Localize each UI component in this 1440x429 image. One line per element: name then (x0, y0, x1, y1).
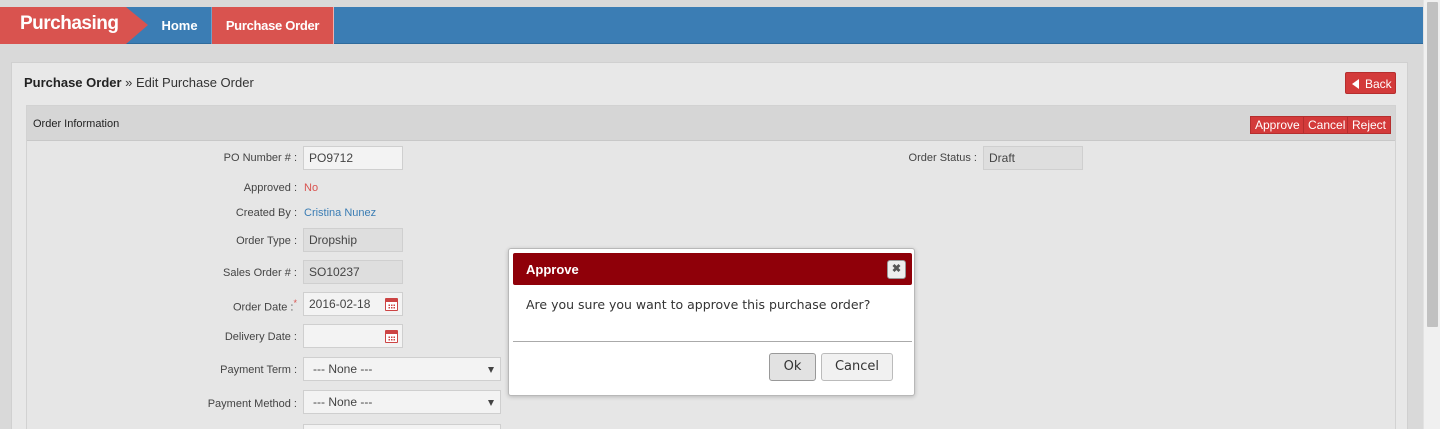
payment-method-value: --- None --- (313, 395, 373, 409)
dialog-title: Approve (526, 262, 579, 277)
scrollbar-thumb[interactable] (1427, 2, 1438, 327)
order-status-label: Order Status : (908, 152, 977, 164)
approved-value: No (304, 182, 319, 194)
back-button-label: Back (1365, 77, 1392, 91)
nav-purchase-order-link[interactable]: Purchase Order (212, 7, 334, 44)
vertical-scrollbar[interactable] (1423, 0, 1440, 429)
breadcrumb-root[interactable]: Purchase Order (24, 75, 122, 90)
created-by-label: Created By : (235, 207, 297, 219)
required-mark: * (293, 298, 297, 308)
dialog-cancel-button[interactable]: Cancel (821, 353, 893, 381)
close-icon[interactable]: ✖ (887, 260, 906, 279)
section-header: Order Information Approve Cancel Reject (27, 106, 1395, 141)
breadcrumb: Purchase Order » Edit Purchase Order (24, 75, 254, 90)
sales-order-field: SO10237 (303, 260, 403, 284)
nav-home-link[interactable]: Home (148, 7, 212, 44)
next-field-partial[interactable] (303, 424, 501, 429)
back-arrow-icon (1352, 79, 1359, 89)
payment-method-label: Payment Method : (207, 398, 297, 410)
calendar-icon[interactable] (385, 330, 398, 343)
dialog-divider (513, 341, 912, 342)
reject-button[interactable]: Reject (1347, 116, 1392, 134)
dialog-header: Approve ✖ (513, 253, 912, 285)
cancel-order-button[interactable]: Cancel (1303, 116, 1351, 134)
payment-term-label: Payment Term : (220, 364, 297, 376)
calendar-icon[interactable] (385, 298, 398, 311)
payment-term-select[interactable]: --- None --- (303, 357, 501, 381)
breadcrumb-current: Edit Purchase Order (136, 75, 254, 90)
po-number-label: PO Number # : (223, 152, 297, 164)
created-by-link[interactable]: Cristina Nunez (304, 207, 376, 219)
order-type-field: Dropship (303, 228, 403, 252)
ok-button[interactable]: Ok (769, 353, 816, 381)
back-button[interactable]: Back (1345, 72, 1396, 94)
section-title: Order Information (33, 118, 120, 130)
top-nav-bar: Purchasing Home Purchase Order (0, 7, 1423, 44)
approve-button[interactable]: Approve (1250, 116, 1305, 134)
delivery-date-label: Delivery Date : (224, 331, 297, 343)
order-date-field[interactable]: 2016-02-18 (303, 292, 403, 316)
delivery-date-field[interactable] (303, 324, 403, 348)
dialog-message: Are you sure you want to approve this pu… (526, 297, 871, 312)
order-status-field: Draft (983, 146, 1083, 170)
sales-order-label: Sales Order # : (223, 267, 297, 279)
po-number-field[interactable]: PO9712 (303, 146, 403, 170)
approve-dialog: Approve ✖ Are you sure you want to appro… (508, 248, 915, 396)
payment-term-value: --- None --- (313, 362, 373, 376)
approved-label: Approved : (243, 182, 297, 194)
breadcrumb-separator: » (121, 75, 137, 90)
order-date-value: 2016-02-18 (309, 297, 371, 311)
app-brand[interactable]: Purchasing (0, 7, 148, 44)
dropdown-arrow-icon (488, 367, 494, 373)
order-type-label: Order Type : (236, 235, 297, 247)
order-date-label-text: Order Date : (232, 301, 294, 314)
payment-method-select[interactable]: --- None --- (303, 390, 501, 414)
order-date-label: Order Date :* (27, 298, 297, 314)
dropdown-arrow-icon (488, 400, 494, 406)
